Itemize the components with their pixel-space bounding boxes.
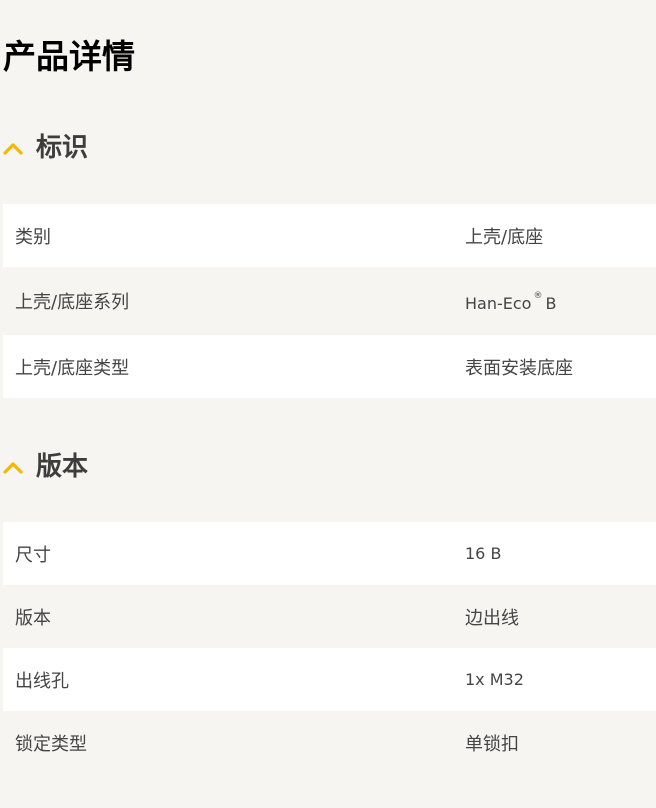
row-value: 表面安装底座 [465, 357, 573, 379]
row-label: 出线孔 [15, 670, 69, 692]
row-value: 单锁扣 [465, 733, 519, 755]
row-label: 上壳/底座系列 [15, 292, 130, 313]
row-value: 边出线 [465, 607, 519, 629]
row-label: 尺寸 [15, 544, 51, 566]
row-value: 上壳/底座 [465, 226, 544, 248]
row-value: Han-Eco ® B [465, 271, 556, 335]
section-header-version[interactable]: 版本 [3, 447, 88, 487]
chevron-up-icon [3, 462, 23, 474]
row-label: 版本 [15, 607, 51, 629]
section-header-identification[interactable]: 标识 [3, 128, 88, 168]
value-suffix: B [545, 293, 557, 313]
value-prefix: Han-Eco [465, 293, 532, 313]
section-title: 标识 [36, 133, 89, 163]
row-label: 上壳/底座类型 [15, 357, 130, 379]
section-title: 版本 [36, 452, 89, 482]
row-value: 16 B [465, 544, 502, 563]
product-details-page: 产品详情 标识 类别 上壳/底座 上壳/底座系列 Han-Eco ® B 上壳/底座… [0, 0, 656, 808]
row-label: 锁定类型 [15, 733, 87, 755]
table-row: 上壳/底座类型 表面安装底座 [3, 335, 656, 398]
version-table: 尺寸 16 B 版本 边出线 出线孔 1x M32 锁定类型 单锁扣 [3, 522, 656, 774]
table-row: 版本 边出线 [3, 585, 656, 648]
row-label: 类别 [15, 226, 51, 248]
row-value: 1x M32 [465, 670, 524, 689]
registered-mark: ® [533, 291, 543, 301]
identification-table: 类别 上壳/底座 上壳/底座系列 Han-Eco ® B 上壳/底座类型 表面安装底… [3, 204, 656, 398]
table-row: 类别 上壳/底座 [3, 204, 656, 267]
table-row: 上壳/底座系列 Han-Eco ® B [3, 267, 656, 335]
table-row: 尺寸 16 B [3, 522, 656, 585]
table-row: 出线孔 1x M32 [3, 648, 656, 711]
chevron-up-icon [3, 143, 23, 155]
table-row: 锁定类型 单锁扣 [3, 711, 656, 774]
page-title: 产品详情 [3, 37, 135, 76]
